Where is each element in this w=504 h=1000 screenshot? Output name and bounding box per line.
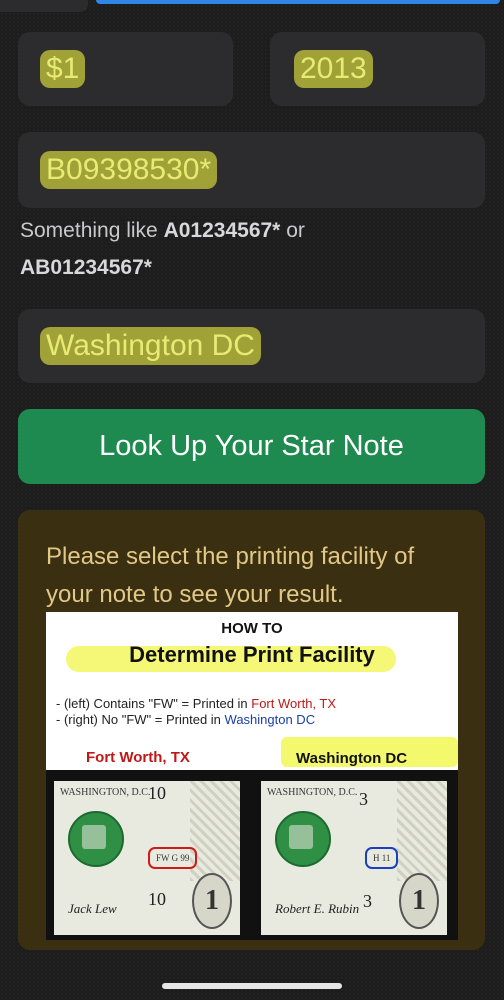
result-card: Please select the printing facility of y… [18,510,485,950]
bill-city: WASHINGTON, D.C. [60,787,151,798]
bill-fort-worth: WASHINGTON, D.C. 10 FW G 99 10 Jack Lew … [54,781,240,935]
bill-bottom-number: 3 [363,891,372,911]
print-facility-infographic: HOW TO Determine Print Facility - (left)… [46,612,458,940]
bill-ornament [397,781,447,881]
serial-hint: Something like A01234567* or AB01234567* [20,212,480,286]
fw-mark: FW G 99 [148,847,198,869]
infographic-title: Determine Print Facility [129,642,375,667]
hint-example-1: A01234567* [163,219,281,242]
dc-mark: H 11 [365,847,399,869]
bill-bottom-number: 10 [148,889,166,909]
label-fort-worth: Fort Worth, TX [86,749,190,766]
bill-city: WASHINGTON, D.C. [267,787,358,798]
denomination-select[interactable]: $1 [18,32,233,106]
denomination-value: $1 [40,50,86,88]
series-year-select[interactable]: 2013 [270,32,485,106]
top-back-button[interactable] [0,0,88,12]
hint-or: or [280,219,305,242]
treasury-seal-icon [68,811,124,867]
bill-signature: Jack Lew [68,901,117,916]
top-action-bar[interactable] [96,0,500,4]
facility-select[interactable]: Washington DC [18,309,485,383]
bill-comparison: WASHINGTON, D.C. 10 FW G 99 10 Jack Lew … [46,770,458,940]
rule-right: - (right) No "FW" = Printed in Washingto… [56,712,315,727]
result-message: Please select the printing facility of y… [46,543,415,608]
bill-denomination: 1 [399,873,439,929]
hint-example-2: AB01234567* [20,256,152,279]
hint-prefix: Something like [20,219,164,242]
serial-number-input[interactable]: B09398530* [18,132,485,208]
bill-ornament [190,781,240,881]
rule-right-text: - (right) No "FW" = Printed in [56,712,225,727]
bill-corner-number: 3 [359,789,368,809]
bill-washington: WASHINGTON, D.C. 3 H 11 3 Robert E. Rubi… [261,781,447,935]
facility-value: Washington DC [40,327,261,365]
treasury-seal-icon [275,811,331,867]
rule-right-place: Washington DC [224,712,316,727]
bill-corner-number: 10 [148,783,166,803]
rule-left-text: - (left) Contains "FW" = Printed in [56,696,252,711]
rule-left: - (left) Contains "FW" = Printed in Fort… [56,696,336,711]
bill-signature: Robert E. Rubin [275,901,360,916]
bill-denomination: 1 [192,873,232,929]
lookup-button[interactable]: Look Up Your Star Note [18,409,485,484]
label-washington: Washington DC [296,750,408,767]
series-year-value: 2013 [294,50,373,88]
serial-number-value: B09398530* [40,151,218,189]
howto-label: HOW TO [221,620,283,637]
home-indicator[interactable] [162,983,342,989]
rule-left-place: Fort Worth, TX [251,696,337,711]
